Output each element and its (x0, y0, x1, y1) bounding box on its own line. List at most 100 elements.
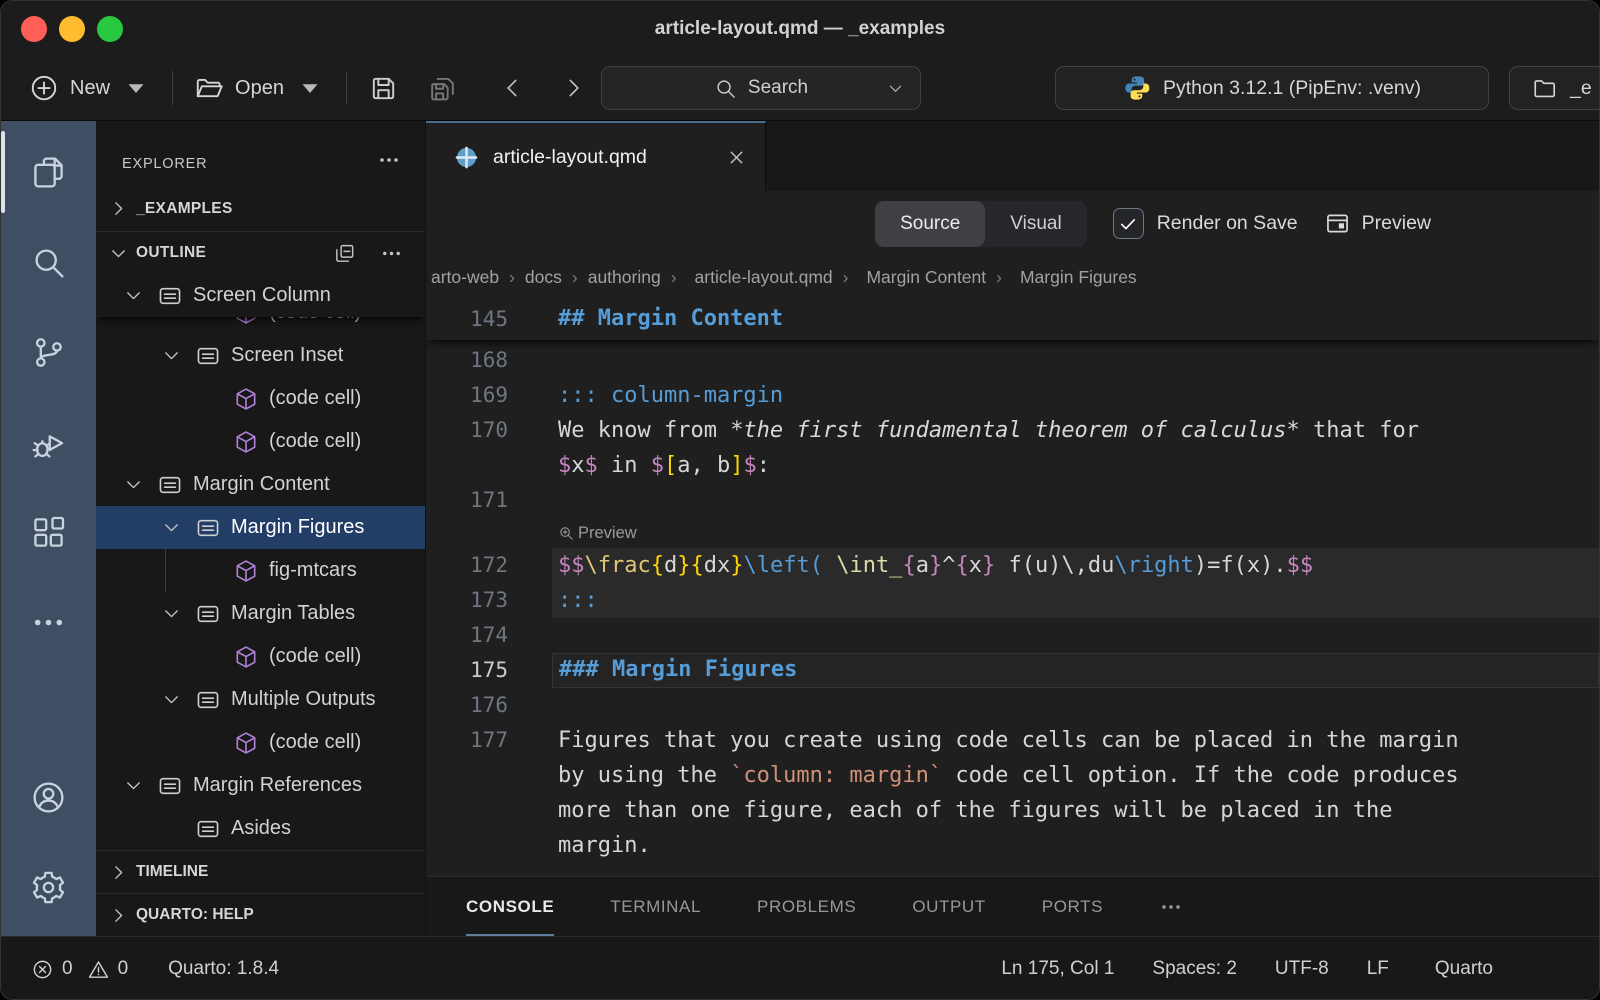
global-search-box[interactable]: Search (601, 66, 921, 110)
settings-button[interactable] (1, 842, 96, 932)
open-button[interactable]: Open (194, 73, 325, 103)
save-button[interactable] (368, 73, 399, 104)
outline-item-multiple-outputs[interactable]: Multiple Outputs (96, 678, 425, 721)
render-on-save-checkbox[interactable] (1113, 208, 1144, 239)
outline-item-fig-mtcars[interactable]: fig-mtcars (96, 549, 425, 592)
code-line-174[interactable]: 174 (426, 618, 1599, 653)
extensions-button[interactable] (1, 487, 96, 577)
source-control-button[interactable] (1, 307, 96, 397)
search-dropdown-chevron-icon[interactable] (886, 79, 905, 98)
breadcrumb-label: docs (525, 267, 562, 288)
render-on-save-control[interactable]: Render on Save (1113, 208, 1298, 239)
workspace-selector[interactable]: _e (1509, 66, 1600, 110)
preview-lens-label[interactable]: Preview (578, 518, 637, 548)
tab-article-layout[interactable]: article-layout.qmd (426, 121, 766, 191)
code-line-wrap[interactable]: $x$ in $[a, b]$: (426, 448, 1599, 483)
code-editor[interactable]: 145## Margin Content168169::: column-mar… (426, 298, 1599, 876)
breadcrumb-item-margin-content[interactable]: Margin Content (858, 267, 986, 288)
section-examples[interactable]: _EXAMPLES (96, 186, 425, 232)
outline-item-code-cell[interactable]: (code cell) (96, 420, 425, 463)
code-line-wrap[interactable]: margin. (426, 828, 1599, 863)
save-all-button[interactable] (427, 73, 458, 104)
outline-more-icon[interactable] (380, 242, 403, 265)
panel-more-icon[interactable] (1159, 895, 1183, 919)
chevron-down-icon[interactable] (123, 285, 157, 306)
code-line-175[interactable]: 175### Margin Figures (426, 653, 1599, 688)
status-label: UTF-8 (1275, 958, 1329, 980)
new-dropdown-caret-icon[interactable] (121, 73, 151, 103)
code-line-168[interactable]: 168 (426, 343, 1599, 378)
panel-tab-console[interactable]: CONSOLE (466, 877, 554, 936)
chevron-down-icon[interactable] (161, 603, 195, 624)
interpreter-selector[interactable]: Python 3.12.1 (PipEnv: .venv) (1055, 66, 1489, 110)
chevron-down-icon[interactable] (161, 345, 195, 366)
outline-item-code-cell[interactable]: (code cell) (96, 317, 425, 334)
code-line-170[interactable]: 170We know from *the first fundamental t… (426, 413, 1599, 448)
code-line-171[interactable]: 171 (426, 483, 1599, 518)
outline-item-code-cell[interactable]: (code cell) (96, 635, 425, 678)
quarto-version-status[interactable]: Quarto: 1.8.4 (168, 958, 279, 980)
outline-item-code-cell[interactable]: (code cell) (96, 377, 425, 420)
cursor-position[interactable]: Ln 175, Col 1 (1001, 958, 1114, 980)
mode-source-button[interactable]: Source (875, 201, 985, 247)
search-button[interactable] (1, 217, 96, 307)
breadcrumb-item-arto-web[interactable]: arto-web (431, 267, 499, 288)
breadcrumb-item-authoring[interactable]: authoring (588, 267, 661, 288)
chevron-down-icon[interactable] (161, 689, 195, 710)
outline-item-margin-tables[interactable]: Margin Tables (96, 592, 425, 635)
indentation[interactable]: Spaces: 2 (1152, 958, 1237, 980)
preview-button[interactable]: Preview (1324, 210, 1431, 237)
chevron-down-icon[interactable] (123, 474, 157, 495)
code-line-169[interactable]: 169::: column-margin (426, 378, 1599, 413)
code-line-176[interactable]: 176 (426, 688, 1599, 723)
navigate-forward-button[interactable] (560, 75, 586, 101)
panel-tab-problems[interactable]: PROBLEMS (757, 877, 856, 936)
collapse-all-icon[interactable] (333, 242, 356, 265)
outline-item-screen-inset[interactable]: Screen Inset (96, 334, 425, 377)
explorer-more-icon[interactable] (377, 148, 401, 172)
breadcrumb-item-docs[interactable]: docs (525, 267, 562, 288)
chevron-down-icon[interactable] (161, 517, 195, 538)
more-views-button[interactable] (1, 577, 96, 667)
panel-tab-terminal[interactable]: TERMINAL (610, 877, 701, 936)
zoom-window-button[interactable] (97, 16, 123, 42)
outline-item-label: Margin Content (193, 473, 330, 496)
panel-tab-ports[interactable]: PORTS (1042, 877, 1103, 936)
breadcrumb-item-margin-figures[interactable]: Margin Figures (1012, 267, 1137, 288)
code-line-173[interactable]: 173::: (426, 583, 1599, 618)
language-mode[interactable]: Quarto (1427, 958, 1493, 980)
outline-item-asides[interactable]: Asides (96, 807, 425, 850)
close-tab-icon[interactable] (726, 147, 747, 168)
minimize-window-button[interactable] (59, 16, 85, 42)
math-preview-lens[interactable]: Preview (426, 518, 1599, 548)
section-timeline[interactable]: TIMELINE (96, 850, 425, 893)
encoding[interactable]: UTF-8 (1275, 958, 1329, 980)
panel-tab-output[interactable]: OUTPUT (912, 877, 985, 936)
explorer-button[interactable] (1, 127, 96, 217)
code-line-145[interactable]: 145## Margin Content (426, 298, 1599, 340)
outline-item-margin-content[interactable]: Margin Content (96, 463, 425, 506)
code-line-177[interactable]: 177Figures that you create using code ce… (426, 723, 1599, 758)
chevron-down-icon[interactable] (123, 775, 157, 796)
code-cell-icon (233, 317, 259, 326)
problems-status[interactable]: 0 0 (31, 958, 128, 981)
code-line-wrap[interactable]: more than one figure, each of the figure… (426, 793, 1599, 828)
code-line-wrap[interactable]: by using the `column: margin` code cell … (426, 758, 1599, 793)
eol-selector[interactable]: LF (1367, 958, 1389, 980)
account-button[interactable] (1, 752, 96, 842)
section-outline[interactable]: OUTLINE (96, 232, 425, 274)
new-file-button[interactable]: New (29, 73, 151, 103)
outline-item-margin-figures[interactable]: Margin Figures (96, 506, 425, 549)
run-debug-button[interactable] (1, 397, 96, 487)
outline-item-code-cell[interactable]: (code cell) (96, 721, 425, 764)
section-quarto-help[interactable]: QUARTO: HELP (96, 893, 425, 936)
outline-item-label: (code cell) (269, 317, 361, 324)
outline-item-screen-column[interactable]: Screen Column (96, 274, 425, 317)
code-line-172[interactable]: 172$$\frac{d}{dx}\left( \int_{a}^{x} f(u… (426, 548, 1599, 583)
breadcrumb-item-article-layout-qmd[interactable]: article-layout.qmd (687, 267, 833, 288)
open-dropdown-caret-icon[interactable] (295, 73, 325, 103)
close-window-button[interactable] (21, 16, 47, 42)
outline-item-margin-references[interactable]: Margin References (96, 764, 425, 807)
navigate-back-button[interactable] (500, 75, 526, 101)
mode-visual-button[interactable]: Visual (985, 201, 1086, 247)
